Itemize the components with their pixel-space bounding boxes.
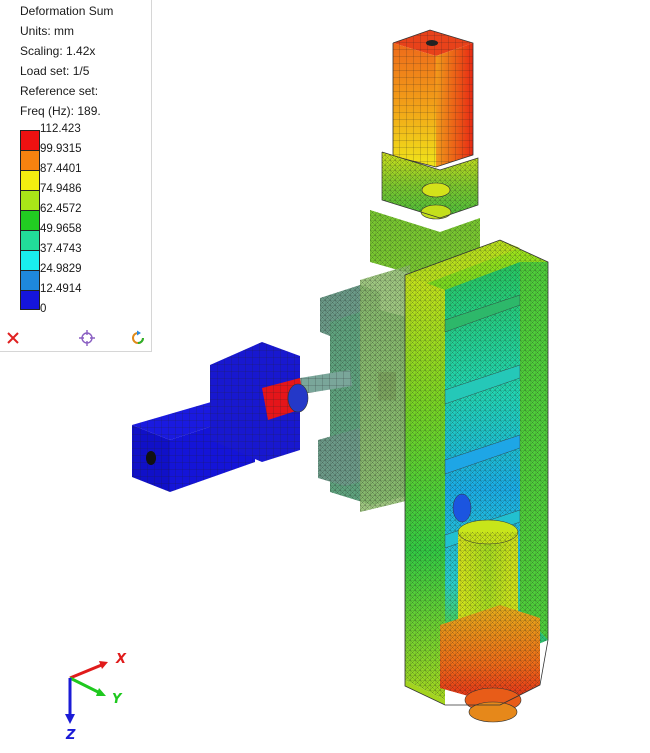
- z-axis-arrow: [65, 714, 75, 724]
- units-label: Units:: [20, 24, 51, 38]
- scale-value: 112.423: [40, 123, 81, 135]
- x-axis-line: [69, 662, 105, 680]
- scale-value: 37.4743: [40, 243, 82, 255]
- y-axis-label: Y: [112, 692, 122, 707]
- refresh-button[interactable]: [129, 329, 147, 347]
- load-set-label: Load set:: [20, 64, 70, 78]
- scale-swatch: [20, 290, 40, 310]
- scaling-label: Scaling:: [20, 44, 63, 58]
- scale-swatch: [20, 210, 40, 230]
- close-icon: [7, 332, 19, 344]
- close-button[interactable]: [4, 329, 22, 347]
- scale-swatch: [20, 250, 40, 270]
- color-scale: [20, 130, 40, 310]
- freq-line: Freq (Hz): 189.: [20, 104, 101, 118]
- top-block: [392, 29, 474, 168]
- scale-value: 87.4401: [40, 163, 82, 175]
- reference-set-line: Reference set:: [20, 84, 98, 98]
- scale-value: 12.4914: [40, 283, 82, 295]
- scale-swatch: [20, 230, 40, 250]
- units-line: Units: mm: [20, 24, 74, 38]
- z-axis-label: Z: [66, 728, 76, 743]
- units-value: mm: [54, 24, 75, 38]
- reference-set-label: Reference set:: [20, 84, 99, 98]
- scale-value: 49.9658: [40, 223, 82, 235]
- x-axis-label: X: [116, 652, 127, 667]
- freq-value: 189.: [77, 104, 101, 118]
- motor-body: [132, 342, 309, 492]
- scale-value: 62.4572: [40, 203, 82, 215]
- legend-panel: Deformation Sum Units: mm Scaling: 1.42x L…: [0, 0, 152, 352]
- load-set-line: Load set: 1/5: [20, 64, 89, 78]
- scale-value: 74.9486: [40, 183, 82, 195]
- scale-swatch: [20, 170, 40, 190]
- scaling-line: Scaling: 1.42x: [20, 44, 95, 58]
- refresh-icon: [132, 330, 144, 344]
- locate-button[interactable]: [78, 329, 96, 347]
- scale-swatch: [20, 130, 40, 150]
- scaling-value: 1.42x: [66, 44, 96, 58]
- y-axis-arrow: [96, 688, 106, 696]
- scale-swatch: [20, 270, 40, 290]
- legend-title: Deformation Sum: [20, 4, 114, 18]
- freq-label: Freq (Hz):: [20, 104, 74, 118]
- scale-value: 0: [40, 303, 47, 315]
- coordinate-triad: X Y Z: [52, 648, 152, 748]
- scale-value: 99.9315: [40, 143, 82, 155]
- scale-value: 24.9829: [40, 263, 82, 275]
- scale-swatch: [20, 190, 40, 210]
- scale-swatch: [20, 150, 40, 170]
- load-set-value: 1/5: [72, 64, 90, 78]
- y-axis-line: [69, 676, 101, 695]
- crosshair-icon: [79, 330, 95, 346]
